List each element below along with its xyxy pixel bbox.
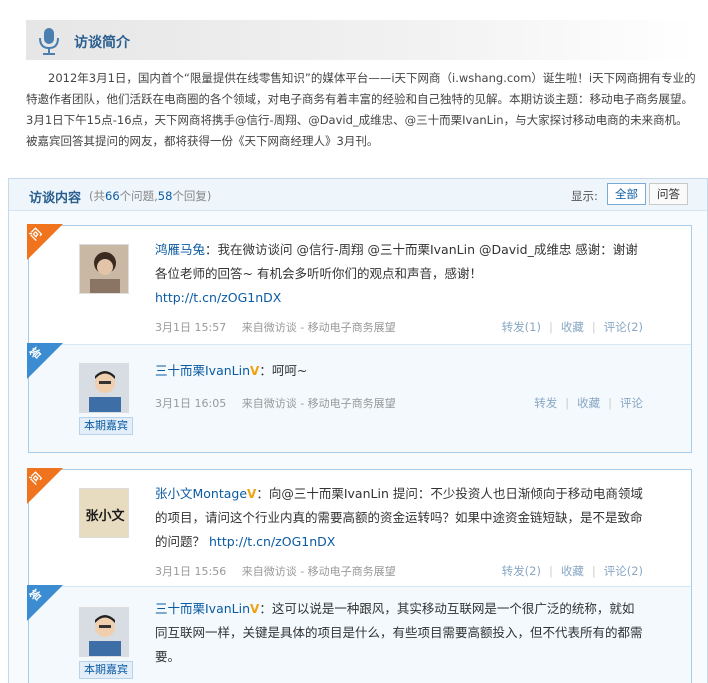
guest-avatar-icon	[80, 608, 128, 656]
question-block: 问 张小文 张小文MontageV：向@三十而栗IvanLin 提问：不少投资人…	[27, 468, 691, 586]
svg-text:张小文: 张小文	[85, 508, 125, 524]
question-source-link[interactable]: 来自微访谈 - 移动电子商务展望	[242, 321, 396, 334]
answer-source-link[interactable]: 来自微访谈 - 移动电子商务展望	[242, 397, 396, 410]
question-count[interactable]: 66	[105, 189, 120, 203]
favorite-link[interactable]: 收藏	[561, 320, 584, 334]
answer-count[interactable]: 58	[158, 189, 173, 203]
answer-time: 3月1日 16:05	[155, 397, 227, 410]
answer-actions: 转发 | 收藏 | 评论	[534, 396, 643, 410]
question-author-link[interactable]: 张小文Montage	[155, 486, 247, 501]
answer-corner-tag: 答	[27, 343, 65, 381]
user-avatar-icon	[80, 245, 128, 293]
answer-block: 答 本期嘉宾 三十而栗IvanLinV：呵呵~ 3月1日 16:05 来自微访谈…	[27, 343, 691, 452]
question-actions: 转发(2) | 收藏 | 评论(2)	[501, 564, 643, 578]
repost-link[interactable]: 转发(2)	[502, 564, 541, 578]
question-content: 张小文MontageV：向@三十而栗IvanLin 提问：不少投资人也日渐倾向于…	[155, 482, 645, 554]
question-time: 3月1日 15:56	[155, 565, 227, 578]
guest-badge: 本期嘉宾	[79, 417, 133, 435]
question-text: ：我在微访谈问 @信行-周翔 @三十而栗IvanLin @David_成维忠 感…	[155, 242, 638, 281]
question-corner-tag: 问	[27, 224, 65, 262]
answer-text: ：呵呵~	[259, 363, 308, 378]
avatar[interactable]	[79, 244, 129, 294]
verified-icon: V	[247, 487, 257, 501]
answer-block: 答 本期嘉宾 三十而栗IvanLinV：这可以说是一种跟风，其实移动互联网是一个…	[27, 585, 691, 683]
avatar[interactable]	[79, 607, 129, 657]
avatar[interactable]	[79, 363, 129, 413]
avatar[interactable]: 张小文	[79, 488, 129, 538]
microphone-icon	[39, 28, 59, 55]
intro-title: 访谈简介	[74, 35, 130, 51]
guest-badge: 本期嘉宾	[79, 661, 133, 679]
intro-text: 2012年3月1日，国内首个“限量提供在线零售知识”的媒体平台——i天下网商（i…	[26, 71, 696, 148]
qa-thread: 问 鸿雁马兔：我在微访谈问 @信行-周翔 @三十而栗IvanLin @David…	[27, 224, 692, 453]
question-source-link[interactable]: 来自微访谈 - 移动电子商务展望	[242, 565, 396, 578]
favorite-link[interactable]: 收藏	[577, 396, 600, 410]
verified-icon: V	[250, 602, 260, 616]
calligraphy-avatar-icon: 张小文	[80, 489, 128, 537]
question-corner-tag: 问	[27, 468, 65, 506]
repost-link[interactable]: 转发	[534, 396, 557, 410]
favorite-link[interactable]: 收藏	[561, 564, 584, 578]
answer-author-link[interactable]: 三十而栗IvanLin	[155, 601, 250, 616]
question-time: 3月1日 15:57	[155, 321, 227, 334]
question-author-link[interactable]: 鸿雁马兔	[155, 242, 205, 257]
interview-panel: 访谈内容 (共66个问题,58个回复) 显示: 全部 问答 问 鸿雁马兔：我在微…	[8, 178, 708, 683]
answer-corner-tag: 答	[27, 585, 65, 623]
verified-icon: V	[250, 364, 260, 378]
qa-thread: 问 张小文 张小文MontageV：向@三十而栗IvanLin 提问：不少投资人…	[27, 468, 692, 683]
answer-author-link[interactable]: 三十而栗IvanLin	[155, 363, 250, 378]
question-short-link[interactable]: http://t.cn/zOG1nDX	[209, 534, 335, 549]
filter-all-button[interactable]: 全部	[607, 183, 646, 205]
question-short-link[interactable]: http://t.cn/zOG1nDX	[155, 290, 281, 305]
display-label: 显示:	[571, 189, 598, 203]
comment-link[interactable]: 评论	[620, 396, 643, 410]
question-content: 鸿雁马兔：我在微访谈问 @信行-周翔 @三十而栗IvanLin @David_成…	[155, 238, 645, 310]
guest-avatar-icon	[80, 364, 128, 412]
intro-header: 访谈简介	[26, 20, 696, 60]
interview-panel-header: 访谈内容 (共66个问题,58个回复) 显示: 全部 问答	[9, 179, 707, 211]
repost-link[interactable]: 转发(1)	[502, 320, 541, 334]
interview-title: 访谈内容	[29, 191, 82, 206]
answer-content: 三十而栗IvanLinV：呵呵~	[155, 359, 645, 383]
comment-link[interactable]: 评论(2)	[604, 564, 643, 578]
comment-link[interactable]: 评论(2)	[604, 320, 643, 334]
interview-count: (共66个问题,58个回复)	[89, 189, 212, 203]
question-block: 问 鸿雁马兔：我在微访谈问 @信行-周翔 @三十而栗IvanLin @David…	[27, 224, 691, 344]
question-actions: 转发(1) | 收藏 | 评论(2)	[501, 320, 643, 334]
answer-content: 三十而栗IvanLinV：这可以说是一种跟风，其实移动互联网是一个很广泛的统称，…	[155, 597, 645, 669]
filter-qa-button[interactable]: 问答	[649, 183, 688, 205]
